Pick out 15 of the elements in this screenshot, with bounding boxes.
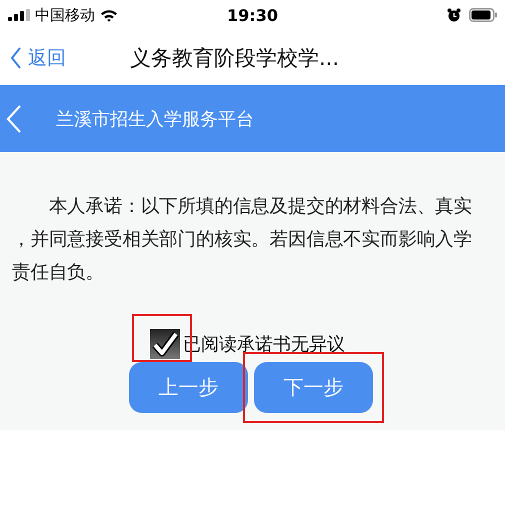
previous-step-button[interactable]: 上一步 bbox=[129, 362, 248, 413]
agreement-checkbox[interactable] bbox=[150, 329, 180, 359]
wifi-icon bbox=[100, 8, 118, 22]
back-chevron-icon[interactable] bbox=[6, 104, 22, 134]
back-button[interactable]: 返回 bbox=[10, 44, 66, 70]
pledge-paragraph: 本人承诺：以下所填的信息及提交的材料合法、真实，并同意接受相关部门的核实。若因信息不实而影响入学责任自负。 bbox=[12, 195, 473, 285]
next-step-button[interactable]: 下一步 bbox=[254, 362, 373, 413]
carrier-name: 中国移动 bbox=[35, 6, 95, 24]
signal-icon bbox=[8, 9, 30, 21]
back-chevron-icon bbox=[10, 46, 22, 70]
status-time: 19:30 bbox=[227, 6, 278, 24]
header-title: 兰溪市招生入学服务平台 bbox=[56, 108, 254, 130]
battery-icon bbox=[469, 8, 497, 22]
page-title: 义务教育阶段学校学... bbox=[130, 44, 340, 72]
alarm-clock-icon bbox=[447, 8, 461, 22]
